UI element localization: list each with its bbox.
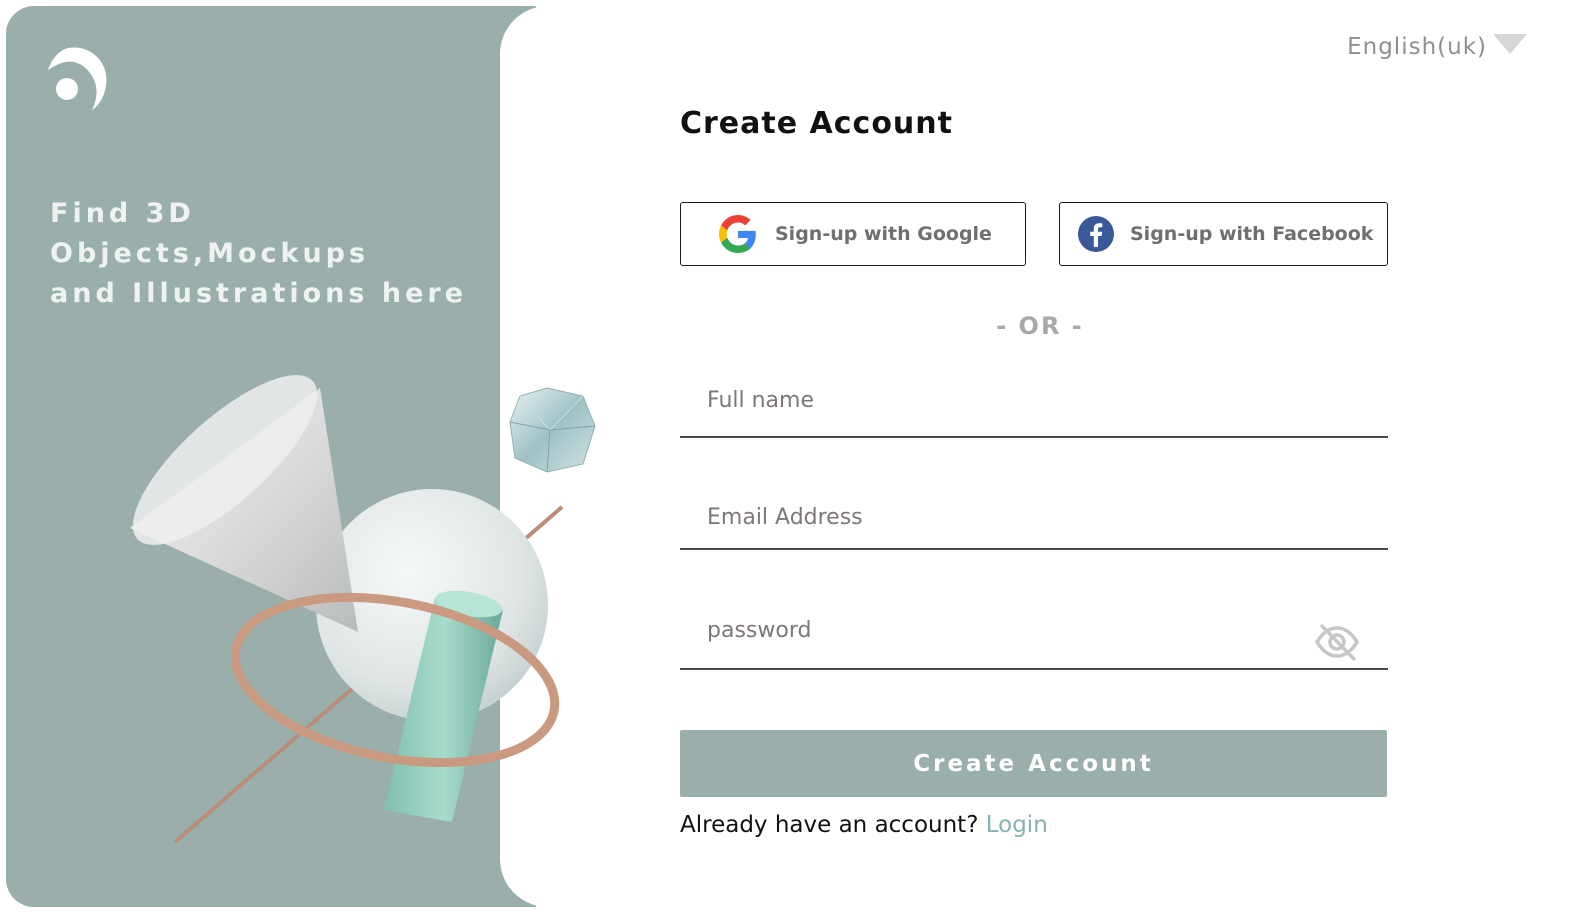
facebook-signup-label: Sign-up with Facebook (1130, 223, 1374, 245)
hero-tagline: Find 3D Objects,Mockups and Illustration… (50, 194, 520, 314)
signup-page: Find 3D Objects,Mockups and Illustration… (0, 0, 1583, 922)
hero-tagline-line1: Find 3D Objects,Mockups (50, 198, 370, 269)
or-divider: - OR - (996, 312, 1084, 340)
login-prompt: Already have an account? Login (680, 812, 1048, 838)
eye-off-icon[interactable] (1314, 622, 1360, 662)
language-selector[interactable]: English(uk) (1347, 34, 1527, 60)
logo-icon[interactable] (46, 46, 108, 112)
full-name-field (680, 388, 1388, 438)
google-icon (719, 215, 756, 253)
login-prompt-text: Already have an account? (680, 812, 979, 838)
hero-tagline-line2: and Illustrations here (50, 278, 468, 309)
create-account-button[interactable]: Create Account (680, 730, 1387, 797)
caret-down-icon (1493, 34, 1527, 54)
password-field (680, 618, 1388, 670)
email-input[interactable] (680, 505, 1307, 530)
facebook-icon (1078, 216, 1114, 252)
google-signup-button[interactable]: Sign-up with Google (680, 202, 1026, 266)
email-field (680, 505, 1388, 550)
login-link[interactable]: Login (986, 812, 1048, 838)
google-signup-label: Sign-up with Google (775, 223, 992, 245)
language-label: English(uk) (1347, 34, 1487, 60)
3d-objects-illustration (130, 375, 596, 844)
facebook-signup-button[interactable]: Sign-up with Facebook (1059, 202, 1388, 266)
password-input[interactable] (680, 618, 1307, 643)
full-name-input[interactable] (680, 388, 1307, 413)
page-title: Create Account (680, 106, 953, 141)
